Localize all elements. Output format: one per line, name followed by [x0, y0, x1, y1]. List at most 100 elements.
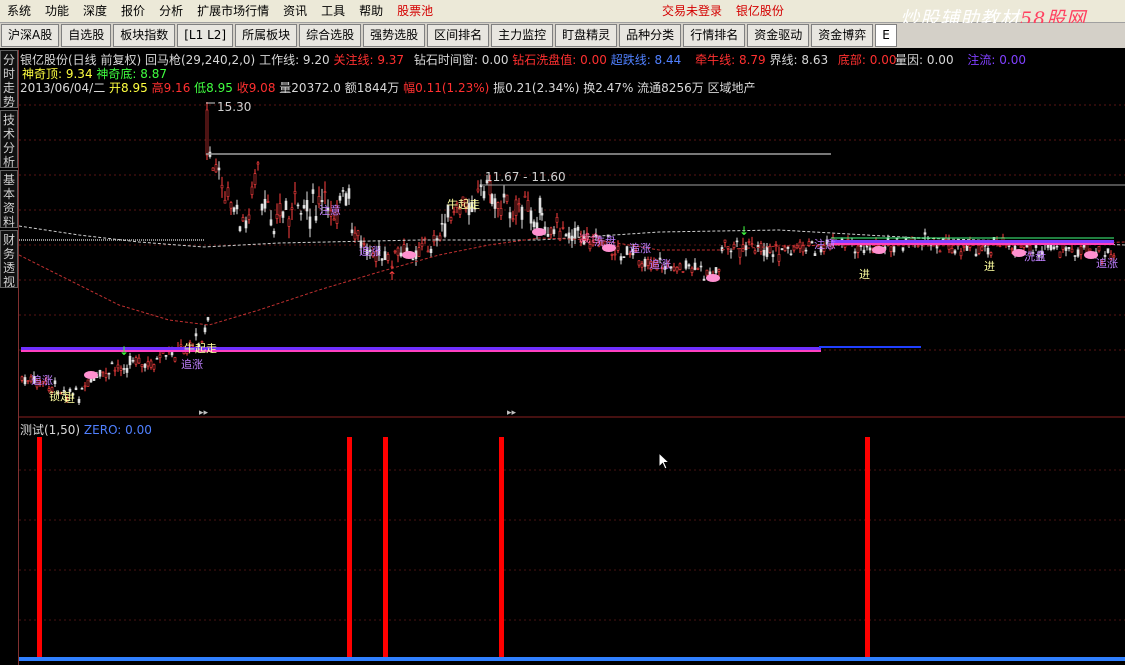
pink-marker-icon — [706, 274, 720, 282]
candle-body — [750, 243, 754, 246]
candle-body — [780, 248, 784, 250]
menu-item-8[interactable]: 帮助 — [352, 0, 390, 22]
candle-body — [762, 249, 766, 256]
menu-item-0[interactable]: 系统 — [0, 0, 38, 22]
candle-body — [226, 187, 230, 197]
right1-value: 量因: 0.00 — [895, 53, 954, 67]
toolbar-button-10[interactable]: 品种分类 — [619, 24, 682, 47]
candle-body — [101, 371, 105, 374]
side-tab-0[interactable]: 分时走势 — [0, 50, 18, 109]
candle-body — [1082, 245, 1086, 248]
menu-item-7[interactable]: 工具 — [314, 0, 352, 22]
candle-body — [420, 242, 424, 247]
candle-body — [678, 263, 682, 270]
candle-body — [98, 370, 102, 377]
candle-body — [386, 254, 390, 261]
side-tab-1[interactable]: 技术分析 — [0, 110, 18, 169]
signal-label-4: 进 — [64, 392, 75, 405]
signal-bar-1 — [347, 437, 352, 660]
candle-body — [253, 173, 257, 185]
signal-label-15: 注意 — [814, 237, 836, 251]
stock-name-status: 银亿股份 — [735, 4, 784, 18]
signal-bar-4 — [865, 437, 870, 660]
candle-body — [74, 387, 78, 391]
toolbar-button-13[interactable]: 资金博弈 — [811, 24, 874, 47]
candle-body — [214, 164, 218, 173]
header-right: 量因: 0.00 注流: 0.00 — [895, 51, 1026, 68]
candle-body — [299, 213, 303, 215]
bull-line-value: 牵牛线: 8.79 — [695, 53, 766, 67]
candle-body — [643, 258, 647, 267]
toolbar-button-4[interactable]: 所属板块 — [235, 24, 298, 47]
candle-body — [552, 229, 556, 235]
candle-body — [735, 240, 739, 243]
toolbar-button-11[interactable]: 行情排名 — [683, 24, 746, 47]
candle-body — [1055, 245, 1059, 248]
candle-body — [161, 351, 165, 354]
candle-body — [588, 244, 592, 250]
candle-body — [962, 246, 966, 248]
candle-body — [426, 250, 430, 253]
signal-label-8: 注意 — [319, 203, 341, 217]
candle-body — [974, 253, 978, 257]
support-band-blue — [819, 346, 921, 348]
candle-body — [681, 271, 685, 273]
candle-body — [211, 167, 215, 172]
ma-dashed-red — [19, 237, 1125, 326]
candle-body — [959, 251, 963, 257]
candle-body — [170, 352, 174, 356]
candle-body — [1058, 251, 1062, 258]
upper-band-pink — [831, 243, 1114, 245]
menu-item-9[interactable]: 股票池 — [390, 0, 440, 22]
candle-body — [344, 193, 348, 206]
marker-left: ▸▸ — [199, 408, 209, 418]
candle-body — [502, 193, 506, 198]
toolbar-button-6[interactable]: 强势选股 — [363, 24, 426, 47]
candle-body — [380, 258, 384, 261]
candle-body — [732, 243, 736, 248]
candle-body — [950, 248, 954, 254]
toolbar-button-3[interactable]: [L1 L2] — [177, 24, 234, 47]
menu-item-4[interactable]: 分析 — [152, 0, 190, 22]
candle-body — [526, 200, 530, 212]
candle-body — [284, 200, 288, 210]
candle-body — [260, 203, 264, 211]
candle-body — [347, 188, 351, 199]
side-tab-2[interactable]: 基本资料 — [0, 170, 18, 229]
candle-body — [296, 204, 300, 207]
toolbar-button-12[interactable]: 资金驱动 — [747, 24, 810, 47]
toolbar-button-9[interactable]: 盯盘精灵 — [555, 24, 618, 47]
toolbar-button-14[interactable]: E — [875, 24, 897, 47]
menu-item-5[interactable]: 扩展市场行情 — [190, 0, 276, 22]
menu-item-3[interactable]: 报价 — [114, 0, 152, 22]
candle-body — [134, 357, 138, 365]
candle-body — [744, 245, 748, 251]
candle-body — [250, 186, 254, 195]
toolbar-button-7[interactable]: 区间排名 — [427, 24, 490, 47]
signal-label-11: 进 — [859, 268, 870, 281]
pink-marker-icon — [872, 246, 886, 254]
candle-body — [229, 202, 233, 209]
toolbar-button-8[interactable]: 主力监控 — [491, 24, 554, 47]
menu-item-1[interactable]: 功能 — [38, 0, 76, 22]
candle-body — [152, 364, 156, 370]
candle-body — [140, 364, 144, 367]
toolbar-button-5[interactable]: 综合选股 — [299, 24, 362, 47]
toolbar-button-2[interactable]: 板块指数 — [113, 24, 176, 47]
candle-body — [619, 256, 623, 261]
toolbar-button-0[interactable]: 沪深A股 — [1, 24, 60, 47]
candle-body — [1079, 246, 1083, 255]
candle-body — [256, 162, 260, 165]
chart-area[interactable]: 15.30 11.67 - 11.60 ▸▸ ▸▸ 追涨 牛起走 追涨 锁定进追涨 牛起走 追涨注… — [18, 50, 1125, 665]
sub-indicator-zero: ZERO: 0.00 — [83, 423, 152, 437]
toolbar-button-1[interactable]: 自选股 — [61, 24, 112, 47]
menu-item-2[interactable]: 深度 — [76, 0, 114, 22]
candle-body — [690, 267, 694, 273]
login-status[interactable]: 交易未登录 — [662, 4, 722, 18]
zero-line — [19, 657, 1125, 661]
kline-chart-canvas[interactable]: 15.3011.67 - 11.60▸▸ ▸▸追涨牛起走追涨锁定进追涨牛起走追涨注… — [19, 50, 1125, 665]
side-tab-3[interactable]: 财务透视 — [0, 230, 18, 289]
menu-item-6[interactable]: 资讯 — [276, 0, 314, 22]
candle-body — [244, 220, 248, 229]
candle-body — [517, 203, 521, 206]
